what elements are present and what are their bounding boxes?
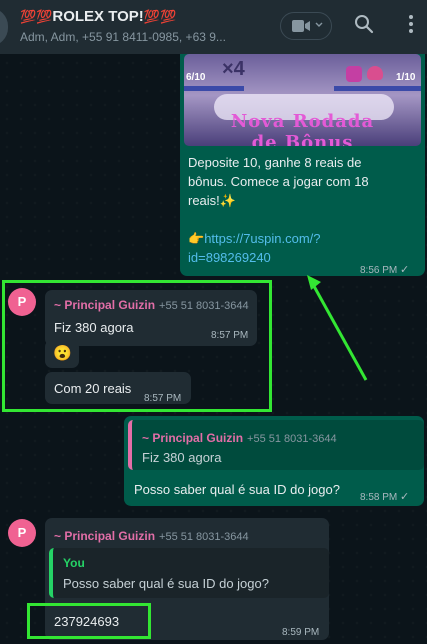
bonus-text-line-1: Deposite 10, ganhe 8 reais de [188, 155, 362, 170]
bonus-link[interactable]: https://7uspin.com/? [204, 231, 320, 246]
sender-name-2[interactable]: ~ Principal Guizin [54, 529, 155, 543]
banner-title-line-1: Nova Rodada [230, 111, 375, 132]
hundred-emoji: 💯💯 [20, 9, 53, 24]
reply-text: Posso saber qual é sua ID do jogo? [134, 482, 340, 497]
highlight-box-2 [27, 603, 151, 639]
banner-multiplier: ×4 [222, 58, 245, 80]
quote-text-2: Posso saber qual é sua ID do jogo? [63, 576, 269, 591]
chat-header[interactable]: 💯💯ROLEX TOP!💯💯 Adm, Adm, +55 91 8411-098… [0, 0, 427, 54]
quoted-message[interactable]: ~ Principal Guizin +55 51 8031-3644 Fiz 3… [128, 420, 424, 470]
banner-gem-icon [346, 66, 362, 82]
video-call-button[interactable] [280, 12, 332, 40]
group-title-text: ROLEX TOP! [52, 8, 144, 25]
bonus-message-bubble[interactable]: 6/10 ×4 1/10 Nova Rodada de Bônus Deposi… [180, 44, 425, 276]
banner-right-bar [334, 86, 421, 91]
sender-line-2: ~ Principal Guizin +55 51 8031-3644 [54, 526, 249, 547]
quoted-message-2[interactable]: You Posso saber qual é sua ID do jogo? [49, 548, 329, 598]
banner-heart-icon [367, 66, 383, 80]
group-avatar[interactable] [0, 8, 8, 46]
reply-timestamp: 8:58 PM [360, 492, 398, 503]
quote-sender-name: ~ Principal Guizin [142, 431, 244, 445]
menu-icon[interactable] [408, 14, 414, 34]
bonus-banner-image[interactable]: 6/10 ×4 1/10 Nova Rodada de Bônus [184, 54, 421, 146]
group-title[interactable]: 💯💯ROLEX TOP!💯💯 [20, 8, 176, 25]
reply-message-bubble[interactable]: ~ Principal Guizin +55 51 8031-3644 Fiz 3… [124, 416, 424, 506]
chevron-down-icon [315, 22, 323, 27]
banner-left-bar [184, 86, 244, 91]
banner-title-line-2: de Bônus [251, 132, 354, 146]
quote-text: Fiz 380 agora [142, 450, 222, 465]
search-icon[interactable] [354, 14, 374, 34]
pointing-hand-emoji: 👉 [188, 231, 205, 246]
quote-sender-line: ~ Principal Guizin +55 51 8031-3644 [142, 428, 337, 449]
bonus-timestamp: 8:56 PM [360, 265, 398, 276]
group-participants[interactable]: Adm, Adm, +55 91 8411-0985, +63 9... [20, 30, 250, 44]
banner-left-counter: 6/10 [186, 72, 206, 83]
sent-check-icon: ✓ [400, 264, 410, 276]
bonus-timestamp-row: 8:56 PM ✓ [360, 261, 409, 280]
bonus-text-line-3: reais!✨ [188, 193, 236, 208]
video-icon [292, 20, 310, 32]
bonus-text-line-2: bônus. Comece a jogar com 18 [188, 174, 369, 189]
sent-check-icon-2: ✓ [400, 491, 410, 503]
sender-phone-2: +55 51 8031-3644 [159, 531, 249, 543]
highlight-box-1 [2, 280, 272, 412]
quote-sender-phone: +55 51 8031-3644 [247, 433, 337, 445]
hundred-emoji-trailing: 💯💯 [143, 9, 177, 24]
bonus-link-continued[interactable]: id=898269240 [188, 250, 271, 265]
sender-avatar-2[interactable]: P [8, 519, 36, 547]
quote-sender-you: You [63, 556, 85, 570]
reply-timestamp-row: 8:58 PM ✓ [360, 488, 409, 507]
message-timestamp-3: 8:59 PM [282, 627, 320, 638]
banner-right-counter: 1/10 [396, 72, 416, 83]
